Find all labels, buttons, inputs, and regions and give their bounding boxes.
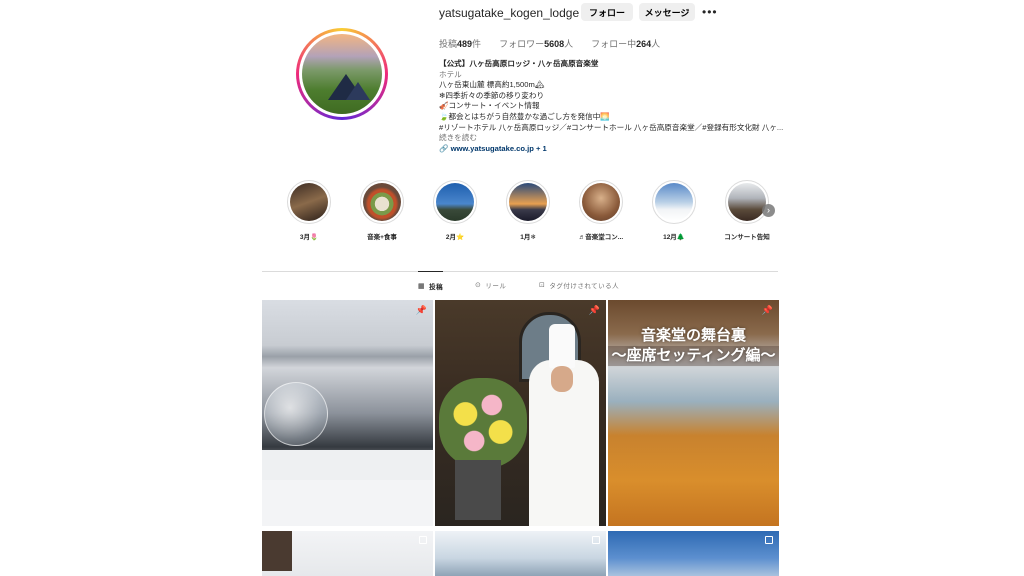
- bio-category: ホテル: [439, 69, 462, 79]
- highlight-label: 音楽+食事: [367, 234, 397, 241]
- highlight-image: [363, 183, 401, 221]
- post-image-bottom: [262, 480, 433, 526]
- bio-name: 【公式】八ヶ岳高原ロッジ・八ヶ岳高原音楽堂: [439, 59, 599, 68]
- pin-icon: 📌: [588, 305, 600, 315]
- follow-button[interactable]: フォロー: [581, 3, 633, 21]
- highlight-item[interactable]: ♬音楽堂コン...: [566, 180, 636, 241]
- highlight-cover: [433, 180, 477, 224]
- grid-icon: ▦: [418, 282, 426, 290]
- post-tile[interactable]: [608, 531, 779, 576]
- highlight-item[interactable]: 12月🌲: [639, 180, 709, 241]
- more-icon[interactable]: •••: [702, 6, 718, 18]
- multi-image-icon: [419, 536, 427, 544]
- highlight-image: [655, 183, 693, 221]
- post-image-shape: [262, 531, 292, 571]
- bio-line-3: 🎻コンサート・イベント情報: [439, 101, 540, 111]
- highlight-item[interactable]: 音楽+食事: [347, 180, 417, 241]
- highlight-label: コンサート告知: [724, 234, 770, 241]
- tab-reels[interactable]: ⊙ リール: [475, 271, 506, 299]
- highlight-label: ♬音楽堂コン...: [578, 234, 624, 241]
- highlight-image: [436, 183, 474, 221]
- reels-icon: ⊙: [475, 282, 482, 289]
- posts-count: 投稿489件: [439, 39, 482, 49]
- bio-line-5: #リゾートホテル 八ヶ岳高原ロッジ／#コンサートホール 八ヶ岳高原音楽堂／#登録…: [439, 122, 784, 132]
- highlight-cover: [652, 180, 696, 224]
- highlight-image: [728, 183, 766, 221]
- post-image-orb: [264, 382, 328, 446]
- highlights-next-arrow-icon[interactable]: ›: [762, 204, 775, 217]
- tab-posts-label: 投稿: [429, 283, 444, 291]
- highlight-cover: [725, 180, 769, 224]
- bio-more-link[interactable]: 続きを読む: [439, 133, 784, 144]
- highlight-item[interactable]: 2月⭐: [420, 180, 490, 241]
- message-button[interactable]: メッセージ: [639, 3, 695, 21]
- multi-image-icon: [765, 536, 773, 544]
- post-image-flowers: [439, 378, 527, 468]
- highlight-image: [290, 183, 328, 221]
- post-image-face: [551, 366, 573, 392]
- tab-posts[interactable]: ▦ 投稿: [418, 271, 444, 299]
- multi-image-icon: [592, 536, 600, 544]
- following-count[interactable]: フォロー中264人: [591, 37, 660, 50]
- highlight-image: [582, 183, 620, 221]
- highlight-label: 2月⭐: [445, 234, 465, 241]
- post-tile[interactable]: 音楽堂の舞台裏 〜座席セッティング編〜 📌: [608, 300, 779, 526]
- bio-line-4: 🍃都会とはちがう自然豊かな過ごし方を発信中🌅: [439, 111, 610, 121]
- post-tile[interactable]: 📌: [262, 300, 433, 526]
- bio-link-extra[interactable]: + 1: [536, 144, 547, 153]
- post-caption-line-1: 音楽堂の舞台裏: [640, 327, 746, 344]
- highlight-image: [509, 183, 547, 221]
- tab-tagged[interactable]: ⊡ タグ付けされている人: [539, 271, 619, 299]
- post-tile[interactable]: [435, 531, 606, 576]
- tab-tagged-label: タグ付けされている人: [549, 283, 620, 290]
- highlight-item[interactable]: 1月❄: [493, 180, 563, 241]
- highlight-label: 1月❄: [520, 234, 536, 241]
- pin-icon: 📌: [415, 305, 427, 315]
- post-tile[interactable]: [262, 531, 433, 576]
- highlight-label: 12月🌲: [663, 234, 685, 241]
- highlight-label: 3月🌷: [299, 234, 319, 241]
- bio-line-2: ❄四季折々の季節の移り変わり: [439, 90, 545, 100]
- highlight-cover: [287, 180, 331, 224]
- bio-website-link[interactable]: www.yatsugatake.co.jp: [451, 144, 534, 153]
- tab-reels-label: リール: [485, 283, 507, 290]
- profile-bio: 【公式】八ヶ岳高原ロッジ・八ヶ岳高原音楽堂 ホテル 八ヶ岳東山麓 標高約1,50…: [439, 59, 784, 154]
- profile-username: yatsugatake_kogen_lodge: [439, 6, 580, 20]
- avatar-image: [302, 34, 382, 114]
- followers-count[interactable]: フォロワー5608人: [499, 37, 573, 50]
- tag-icon: ⊡: [539, 282, 546, 289]
- highlight-cover: [506, 180, 550, 224]
- highlight-cover: [579, 180, 623, 224]
- post-caption-line-2: 〜座席セッティング編〜: [608, 346, 779, 366]
- avatar-inner: [299, 31, 385, 117]
- avatar-building-2: [346, 82, 370, 100]
- pin-icon: 📌: [761, 305, 773, 315]
- link-icon: 🔗: [439, 143, 449, 153]
- profile-avatar[interactable]: [296, 28, 388, 120]
- bio-link-row[interactable]: 🔗 www.yatsugatake.co.jp + 1: [439, 144, 784, 155]
- post-image-snow: [262, 450, 433, 480]
- profile-stats: 投稿489件 フォロワー5608人 フォロー中264人: [439, 37, 660, 50]
- post-caption-overlay: 音楽堂の舞台裏 〜座席セッティング編〜: [608, 326, 779, 366]
- post-image-chef-hat: [549, 324, 575, 368]
- post-tile[interactable]: 📌: [435, 300, 606, 526]
- bio-line-1: 八ヶ岳東山麓 標高約1,500m🏔: [439, 80, 545, 90]
- highlight-cover: [360, 180, 404, 224]
- highlight-item[interactable]: 3月🌷: [274, 180, 344, 241]
- post-image-vase: [455, 460, 501, 520]
- tabs-divider: [262, 271, 778, 272]
